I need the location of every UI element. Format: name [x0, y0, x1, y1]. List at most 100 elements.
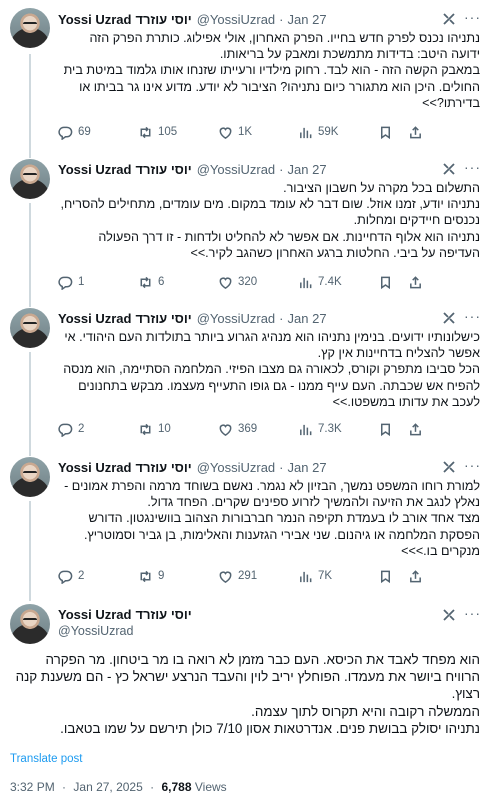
share-button[interactable]	[408, 275, 423, 290]
avatar[interactable]	[10, 8, 50, 48]
author-handle[interactable]: @YossiUzrad	[58, 624, 133, 638]
like-button[interactable]: 291	[218, 569, 257, 584]
like-button[interactable]: 320	[218, 275, 257, 290]
avatar[interactable]	[10, 604, 50, 644]
views-button[interactable]: 7K	[298, 569, 332, 584]
more-icon[interactable]: ···	[464, 458, 480, 474]
like-icon	[219, 126, 232, 139]
retweet-button[interactable]: 105	[138, 125, 177, 140]
grok-icon[interactable]	[442, 162, 456, 176]
main-tweet-text: הוא מפחד לאבד את הכיסא. העם כבר מזמן לא …	[10, 651, 480, 737]
avatar[interactable]	[10, 457, 50, 497]
reply-icon	[58, 423, 73, 437]
retweet-count: 105	[158, 126, 178, 138]
translate-post-link[interactable]: Translate post	[10, 753, 82, 765]
share-icon	[410, 125, 421, 138]
like-button[interactable]: 1K	[218, 125, 252, 140]
author-handle[interactable]: @YossiUzrad	[197, 311, 275, 326]
tweet-text: נתניהו נכנס לפרק חדש בחייו. הפרק האחרון,…	[58, 30, 480, 111]
reply-button[interactable]: 2	[58, 569, 84, 584]
views-icon	[300, 127, 312, 138]
bookmark-button[interactable]	[378, 275, 393, 290]
retweet-icon	[140, 276, 151, 288]
tweet-paragraph: נתניהו יסולק בבושת פנים. אנדרטאות אסון 7…	[60, 720, 480, 736]
author-handle[interactable]: @YossiUzrad	[197, 12, 275, 27]
avatar[interactable]	[10, 308, 50, 348]
tweet-date[interactable]: Jan 27	[288, 12, 327, 27]
like-count: 291	[238, 570, 258, 582]
author-handle[interactable]: @YossiUzrad	[197, 162, 275, 177]
bookmark-button[interactable]	[378, 125, 393, 140]
bookmark-button[interactable]	[378, 422, 393, 437]
share-button[interactable]	[408, 422, 423, 437]
more-icon[interactable]: ···	[464, 10, 480, 26]
avatar[interactable]	[10, 159, 50, 199]
author-name-hebrew[interactable]: יוסי עוזרד	[135, 607, 191, 622]
grok-icon[interactable]	[442, 608, 456, 622]
views-count: 7K	[318, 570, 333, 582]
tweet-date[interactable]: Jan 27	[288, 162, 327, 177]
like-count: 320	[238, 276, 258, 288]
author-name-hebrew[interactable]: יוסי עוזרד	[135, 12, 191, 27]
more-icon[interactable]: ···	[464, 606, 480, 622]
reply-button[interactable]: 1	[58, 275, 84, 290]
views-count: 59K	[318, 126, 339, 138]
retweet-count: 10	[158, 423, 171, 435]
like-button[interactable]: 369	[218, 422, 257, 437]
author-name-hebrew[interactable]: יוסי עוזרד	[135, 460, 191, 475]
tweet-date[interactable]: Jan 27	[288, 311, 327, 326]
tweet-paragraph: כישלונותיו ידועים. בנימין נתניהו הוא מנה…	[64, 330, 480, 361]
views-count: 7.3K	[318, 423, 342, 435]
bookmark-icon	[381, 423, 390, 436]
grok-icon[interactable]	[442, 311, 456, 325]
post-time[interactable]: 3:32 PM	[10, 780, 55, 794]
share-icon	[410, 275, 421, 288]
share-icon	[410, 569, 421, 582]
author-name-hebrew[interactable]: יוסי עוזרד	[135, 162, 191, 177]
more-icon[interactable]: ···	[464, 309, 480, 325]
thread-tweet[interactable]: Yossi Uzrad יוסי עוזרד @YossiUzrad · Jan…	[0, 150, 492, 300]
reply-icon	[58, 570, 73, 584]
author-name[interactable]: Yossi Uzrad	[58, 162, 131, 177]
tweet-paragraph: הוא מפחד לאבד את הכיסא. העם כבר מזמן לא …	[15, 652, 480, 702]
retweet-button[interactable]: 9	[138, 569, 164, 584]
grok-icon[interactable]	[442, 460, 456, 474]
views-icon	[300, 277, 312, 288]
tweet-paragraph: מצד אחד אורב לו בעמדת תקיפה הנמר חברבורו…	[83, 511, 480, 558]
views-label: Views	[194, 780, 227, 794]
reply-button[interactable]: 69	[58, 125, 91, 140]
retweet-button[interactable]: 10	[138, 422, 171, 437]
reply-button[interactable]: 2	[58, 422, 84, 437]
reply-count: 1	[78, 276, 85, 288]
views-button[interactable]: 59K	[298, 125, 338, 140]
thread-tweet[interactable]: Yossi Uzrad יוסי עוזרד @YossiUzrad · Jan…	[0, 448, 492, 598]
like-icon	[219, 423, 232, 436]
like-icon	[219, 276, 232, 289]
share-button[interactable]	[408, 569, 423, 584]
tweet-date[interactable]: Jan 27	[288, 460, 327, 475]
tweet-text: התשלום בכל מקרה על חשבון הציבור. נתניהו …	[58, 180, 480, 261]
retweet-button[interactable]: 6	[138, 275, 164, 290]
author-name-hebrew[interactable]: יוסי עוזרד	[135, 311, 191, 326]
share-button[interactable]	[408, 125, 423, 140]
thread-tweet[interactable]: Yossi Uzrad יוסי עוזרד @YossiUzrad · Jan…	[0, 0, 492, 158]
tweet-paragraph: נתניהו הוא אלוף הדחיינות. אם אפשר לא להח…	[98, 229, 480, 260]
grok-icon[interactable]	[442, 12, 456, 26]
more-icon[interactable]: ···	[464, 160, 480, 176]
author-name[interactable]: Yossi Uzrad	[58, 12, 131, 27]
bookmark-button[interactable]	[378, 569, 393, 584]
views-button[interactable]: 7.3K	[298, 422, 342, 437]
reply-count: 2	[78, 570, 85, 582]
reply-count: 2	[78, 423, 85, 435]
author-name[interactable]: Yossi Uzrad	[58, 460, 131, 475]
retweet-icon	[140, 126, 151, 138]
author-name[interactable]: Yossi Uzrad	[58, 607, 131, 622]
tweet-paragraph: התשלום בכל מקרה על חשבון הציבור.	[283, 181, 480, 195]
author-name[interactable]: Yossi Uzrad	[58, 311, 131, 326]
views-button[interactable]: 7.4K	[298, 275, 342, 290]
post-date[interactable]: Jan 27, 2025	[73, 780, 142, 794]
thread-tweet[interactable]: Yossi Uzrad יוסי עוזרד @YossiUzrad · Jan…	[0, 299, 492, 449]
retweet-icon	[140, 570, 151, 582]
author-handle[interactable]: @YossiUzrad	[197, 460, 275, 475]
post-metadata: 3:32 PM · Jan 27, 2025 · 6,788 Views	[10, 780, 227, 794]
